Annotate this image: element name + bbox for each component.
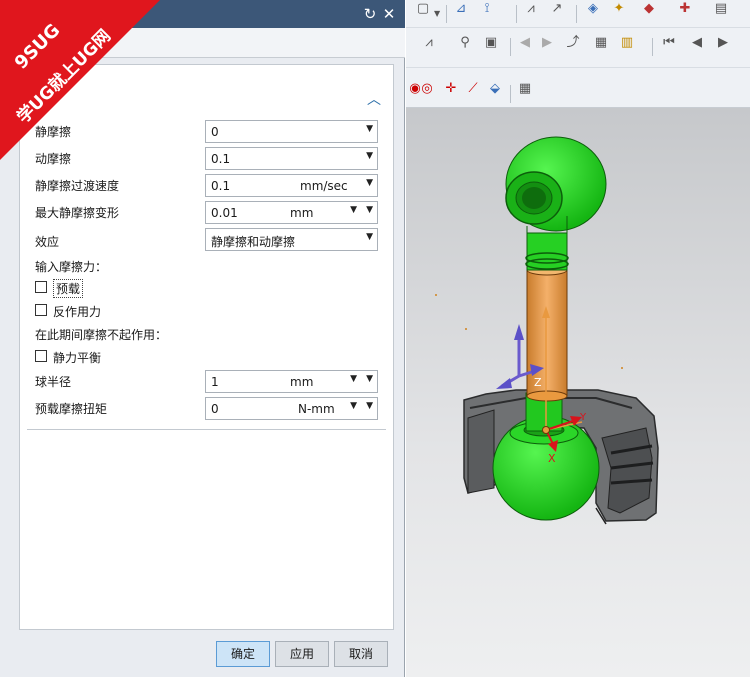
preload-torque-label: 预载摩擦扭矩 <box>35 402 108 416</box>
export-icon[interactable]: ▥ <box>618 34 636 52</box>
toolbar-separator <box>652 38 653 56</box>
capture-icon[interactable]: ▦ <box>592 34 610 52</box>
input-force-label: 输入摩擦力： <box>35 260 108 274</box>
toolbar-row-3: ◉ ◎ ✛ ⟋ ⬙ ▦ <box>406 80 750 108</box>
inactive-label: 在此期间摩擦不起作用： <box>35 328 168 342</box>
unit-dropdown-arrow-icon[interactable]: ▼ <box>350 205 357 215</box>
max-deformation-field[interactable]: 0.01 mm ▼ ▼ <box>205 201 378 224</box>
animation-icon[interactable]: ◆ <box>640 0 658 18</box>
step-back-icon[interactable]: ◀ <box>516 34 534 52</box>
effect-value: 静摩擦和动摩擦 <box>211 235 296 249</box>
connecting-rod <box>526 264 568 402</box>
unit-dropdown-arrow-icon[interactable]: ▼ <box>350 401 357 411</box>
snap-settings-icon[interactable]: ⬙ <box>486 80 504 98</box>
preload-torque-value: 0 <box>211 402 219 416</box>
group-separator <box>27 429 386 430</box>
rewind-icon[interactable]: ⏮ <box>660 34 678 52</box>
static-friction-value: 0 <box>211 125 219 139</box>
reaction-label: 反作用力 <box>53 305 102 319</box>
axis-y-label: Y <box>579 412 587 423</box>
dropdown-arrow-icon[interactable]: ▼ <box>366 232 373 242</box>
transition-velocity-field[interactable]: 0.1 mm/sec ▼ <box>205 174 378 197</box>
ball-radius-field[interactable]: 1 mm ▼ ▼ <box>205 370 378 393</box>
static-balance-label: 静力平衡 <box>53 351 102 365</box>
cancel-button[interactable]: 取消 <box>334 641 388 667</box>
graphics-viewport[interactable]: Z X Y <box>406 108 750 677</box>
max-deformation-value: 0.01 <box>211 206 238 220</box>
dynamic-friction-label: 动摩擦 <box>35 152 72 166</box>
dropdown-arrow-icon[interactable]: ▼ <box>434 9 440 18</box>
dropdown-arrow-icon[interactable]: ▼ <box>366 205 373 215</box>
upper-ball-eye <box>505 136 607 243</box>
ok-button[interactable]: 确定 <box>216 641 270 667</box>
ball-radius-value: 1 <box>211 375 219 389</box>
playback-icon[interactable]: ⤴ <box>564 34 582 52</box>
sensor-icon[interactable]: ▣ <box>482 34 500 52</box>
graph-icon[interactable]: ⩘ <box>522 0 540 18</box>
display-mode-icon[interactable]: ▢ <box>414 0 432 18</box>
transition-velocity-unit[interactable]: mm/sec <box>300 179 348 193</box>
measure-icon[interactable]: ✚ <box>676 0 694 18</box>
static-friction-label: 静摩擦 <box>35 125 72 139</box>
grid-icon[interactable]: ▦ <box>516 80 534 98</box>
probe-icon[interactable]: ⚲ <box>456 34 474 52</box>
toolbar-separator <box>510 85 511 103</box>
dropdown-arrow-icon[interactable]: ▼ <box>366 178 373 188</box>
motion-icon[interactable]: ⊿ <box>452 0 470 18</box>
effect-label: 效应 <box>35 235 60 249</box>
snap-center-icon[interactable]: ◎ <box>418 80 436 98</box>
xy-plot-icon[interactable]: ↗ <box>548 0 566 18</box>
toolbar-row-1: ▢ ▼ ⊿ ⟟ ⩘ ↗ ◈ ✦ ◆ ✚ ▤ <box>406 0 750 28</box>
joint-friction-dialog: ↻ ✕ 擦 ︿ 静摩擦 0 ▼ 动摩擦 0.1 ▼ 静摩擦过渡速度 0.1 mm… <box>0 0 405 677</box>
dropdown-arrow-icon[interactable]: ▼ <box>366 124 373 134</box>
chart-icon[interactable]: ⩘ <box>420 34 438 52</box>
marker-icon[interactable]: ◈ <box>584 0 602 18</box>
axis-z-label: Z <box>534 376 542 389</box>
ball-radius-label: 球半径 <box>35 375 72 389</box>
solver-icon[interactable]: ✦ <box>610 0 628 18</box>
toolbar-separator <box>576 5 577 23</box>
group-title: 擦 <box>36 74 49 88</box>
transition-velocity-value: 0.1 <box>211 179 231 193</box>
apply-button[interactable]: 应用 <box>275 641 329 667</box>
max-deformation-unit[interactable]: mm <box>290 206 313 220</box>
static-balance-checkbox[interactable] <box>35 350 47 362</box>
close-icon[interactable]: ✕ <box>380 5 398 23</box>
ball-radius-unit[interactable]: mm <box>290 375 313 389</box>
dialog-tab-strip <box>0 28 405 58</box>
collapse-chevron-icon[interactable]: ︿ <box>366 92 382 108</box>
ball-joint-model: Z X Y <box>435 136 659 525</box>
unit-dropdown-arrow-icon[interactable]: ▼ <box>350 374 357 384</box>
dropdown-arrow-icon[interactable]: ▼ <box>366 374 373 384</box>
toolbar-row-2: ⩘ ⚲ ▣ ◀ ▶ ⤴ ▦ ▥ ⏮ ◀ ▶ <box>406 28 750 68</box>
snap-midpoint-icon[interactable]: ⟋ <box>464 80 482 98</box>
reset-icon[interactable]: ↻ <box>361 5 379 23</box>
toolbar-separator <box>516 5 517 23</box>
joint-icon[interactable]: ⟟ <box>478 0 496 18</box>
static-friction-field[interactable]: 0 ▼ <box>205 120 378 143</box>
preload-torque-field[interactable]: 0 N-mm ▼ ▼ <box>205 397 378 420</box>
step-forward-icon[interactable]: ▶ <box>538 34 556 52</box>
preload-torque-unit[interactable]: N-mm <box>298 402 335 416</box>
toolbar-area: ▢ ▼ ⊿ ⟟ ⩘ ↗ ◈ ✦ ◆ ✚ ▤ ⩘ ⚲ ▣ ◀ ▶ ⤴ ▦ ▥ ⏮ … <box>406 0 750 108</box>
toolbar-separator <box>510 38 511 56</box>
axis-x-label: X <box>548 452 556 465</box>
dropdown-arrow-icon[interactable]: ▼ <box>366 151 373 161</box>
preload-label: 预载 <box>53 279 84 298</box>
preload-checkbox[interactable] <box>35 281 47 293</box>
table-icon[interactable]: ▤ <box>712 0 730 18</box>
play-back-icon[interactable]: ◀ <box>688 34 706 52</box>
play-icon[interactable]: ▶ <box>714 34 732 52</box>
transition-velocity-label: 静摩擦过渡速度 <box>35 179 120 193</box>
reaction-checkbox[interactable] <box>35 304 47 316</box>
dialog-titlebar: ↻ ✕ <box>0 0 405 28</box>
effect-select[interactable]: 静摩擦和动摩擦 ▼ <box>205 228 378 251</box>
snap-intersection-icon[interactable]: ✛ <box>442 80 460 98</box>
dropdown-arrow-icon[interactable]: ▼ <box>366 401 373 411</box>
max-deformation-label: 最大静摩擦变形 <box>35 206 120 220</box>
dynamic-friction-value: 0.1 <box>211 152 231 166</box>
dynamic-friction-field[interactable]: 0.1 ▼ <box>205 147 378 170</box>
toolbar-separator <box>446 5 447 23</box>
